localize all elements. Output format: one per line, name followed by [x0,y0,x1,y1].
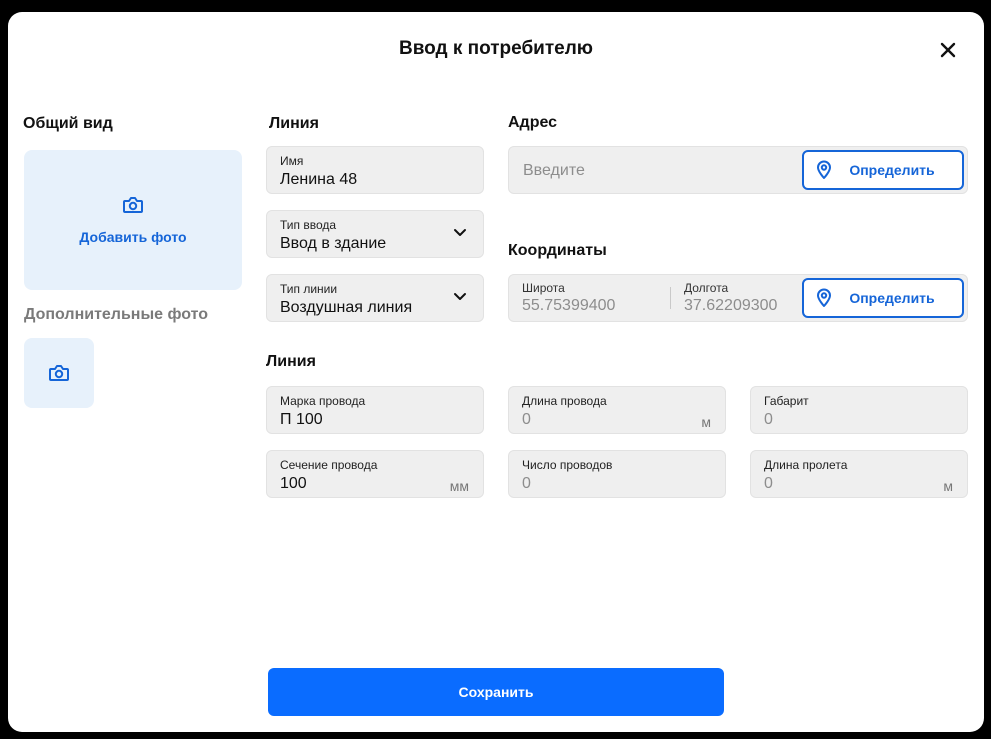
add-photo-label: Добавить фото [79,229,187,245]
line-type-label: Тип линии [280,282,338,296]
gabarit-value: 0 [764,411,773,428]
wire-mark-field[interactable]: Марка провода П 100 [266,386,484,434]
chevron-down-icon [454,229,466,236]
close-button[interactable] [936,38,960,62]
latitude-label: Широта [522,281,565,295]
wire-count-field[interactable]: Число проводов 0 [508,450,726,498]
wire-section-label: Сечение провода [280,458,378,472]
coordinates-section-title: Координаты [508,242,607,259]
name-field-label: Имя [280,154,304,168]
input-type-value: Ввод в здание [280,235,387,252]
general-view-title: Общий вид [23,115,113,132]
close-icon [940,42,956,58]
wire-section-field[interactable]: Сечение провода 100 мм [266,450,484,498]
span-length-label: Длина пролета [764,458,848,472]
wire-length-field[interactable]: Длина провода 0 м [508,386,726,434]
wire-mark-value: П 100 [280,411,323,428]
add-additional-photo-button[interactable] [24,338,94,408]
location-pin-icon [817,160,831,179]
detect-coordinates-button[interactable]: Определить [802,278,964,318]
detect-address-label: Определить [849,162,935,178]
wire-section-unit: мм [449,478,469,494]
input-type-select[interactable]: Тип ввода Ввод в здание [266,210,484,258]
longitude-label: Долгота [684,281,729,295]
wire-length-label: Длина провода [522,394,607,408]
wire-count-value: 0 [522,475,531,492]
name-field[interactable]: Имя Ленина 48 [266,146,484,194]
add-photo-button[interactable]: Добавить фото [24,150,242,290]
span-length-value: 0 [764,475,773,492]
coordinate-divider [670,287,671,309]
gabarit-label: Габарит [764,394,809,408]
camera-icon [49,365,69,381]
wire-length-unit: м [701,414,711,430]
wire-length-value: 0 [522,411,531,428]
wire-section-title: Линия [266,353,316,370]
span-length-unit: м [943,478,953,494]
location-pin-icon [817,288,831,307]
detect-coordinates-label: Определить [849,290,935,306]
line-section-title: Линия [269,115,319,132]
longitude-value[interactable]: 37.62209300 [684,297,777,315]
additional-photos-title: Дополнительные фото [24,306,209,323]
input-type-label: Тип ввода [280,218,337,232]
wire-mark-label: Марка провода [280,394,366,408]
span-length-field[interactable]: Длина пролета 0 м [750,450,968,498]
save-button[interactable]: Сохранить [268,668,724,716]
name-field-value: Ленина 48 [280,171,358,188]
wire-count-label: Число проводов [522,458,613,472]
line-type-value: Воздушная линия [280,299,413,316]
modal-title: Ввод к потребителю [398,38,594,59]
line-type-select[interactable]: Тип линии Воздушная линия [266,274,484,322]
gabarit-field[interactable]: Габарит 0 [750,386,968,434]
address-placeholder: Введите [523,162,585,179]
chevron-down-icon [454,293,466,300]
latitude-value[interactable]: 55.75399400 [522,297,615,315]
wire-section-value: 100 [280,475,307,492]
address-section-title: Адрес [508,114,558,131]
detect-address-button[interactable]: Определить [802,150,964,190]
modal-dialog: Ввод к потребителю Общий вид Добавить фо… [8,12,984,732]
camera-icon [123,197,143,213]
